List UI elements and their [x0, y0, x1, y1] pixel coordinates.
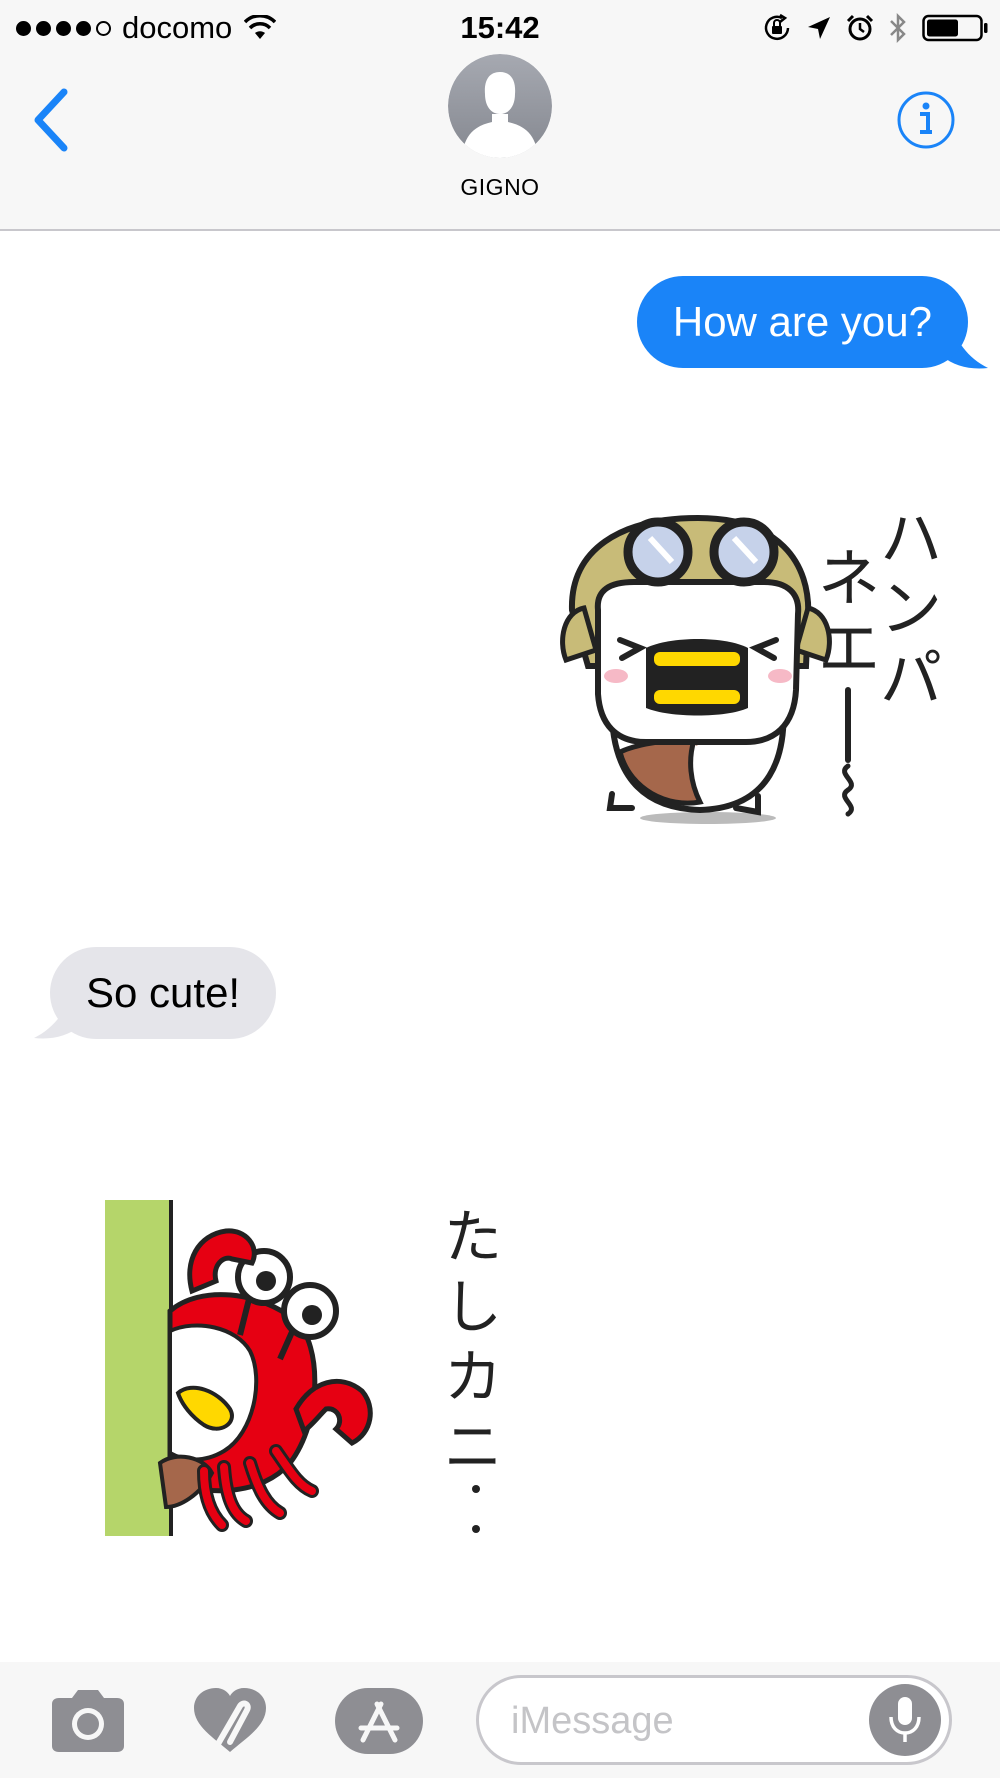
sticker-caption-char: カ — [444, 1343, 502, 1411]
incoming-message-bubble[interactable]: So cute! — [50, 947, 277, 1039]
outgoing-message-bubble[interactable]: How are you? — [636, 276, 968, 368]
status-bar: docomo 15:42 — [0, 0, 1000, 54]
location-icon — [808, 17, 830, 39]
contact-name[interactable]: GIGNO — [0, 174, 1000, 201]
person-silhouette-icon — [448, 54, 552, 158]
rotation-lock-icon — [764, 13, 790, 41]
microphone-button[interactable] — [869, 1684, 941, 1756]
duck-pilot-sticker-image: ハ ン パ ネ エ — [560, 502, 942, 824]
sticker-caption-char: ハ — [880, 502, 942, 575]
crab-duck-sticker-image: た し カ ニ — [105, 1200, 502, 1536]
sticker-duck-pilot[interactable]: ハ ン パ ネ エ — [550, 490, 950, 830]
app-store-icon — [335, 1688, 423, 1754]
microphone-icon — [889, 1697, 921, 1742]
app-store-button[interactable] — [333, 1686, 425, 1756]
sticker-caption-char: ニ — [444, 1413, 502, 1481]
alarm-icon — [846, 14, 874, 41]
back-button[interactable] — [24, 84, 84, 154]
message-input-field[interactable] — [476, 1675, 952, 1765]
compose-bar — [0, 1662, 1000, 1778]
sticker-caption-char: パ — [880, 642, 942, 715]
sticker-crab-duck[interactable]: た し カ ニ — [100, 1195, 520, 1540]
bluetooth-icon — [890, 12, 906, 44]
sticker-caption-char: ン — [880, 572, 942, 645]
sticker-caption-char: エ — [818, 612, 880, 685]
status-right — [762, 8, 988, 48]
message-input[interactable] — [509, 1678, 843, 1764]
conversation-header: GIGNO — [0, 54, 1000, 231]
camera-button[interactable] — [48, 1686, 128, 1756]
info-button[interactable] — [896, 90, 956, 150]
chevron-left-icon — [34, 88, 68, 152]
digital-touch-icon — [194, 1688, 266, 1752]
info-icon — [897, 91, 955, 149]
battery-icon — [922, 14, 988, 42]
camera-icon — [52, 1690, 124, 1752]
digital-touch-button[interactable] — [190, 1686, 270, 1756]
avatar[interactable] — [448, 54, 552, 158]
sticker-caption-char: ネ — [818, 542, 880, 615]
sticker-caption-char: た — [444, 1203, 502, 1271]
sticker-caption-char: し — [444, 1273, 502, 1341]
